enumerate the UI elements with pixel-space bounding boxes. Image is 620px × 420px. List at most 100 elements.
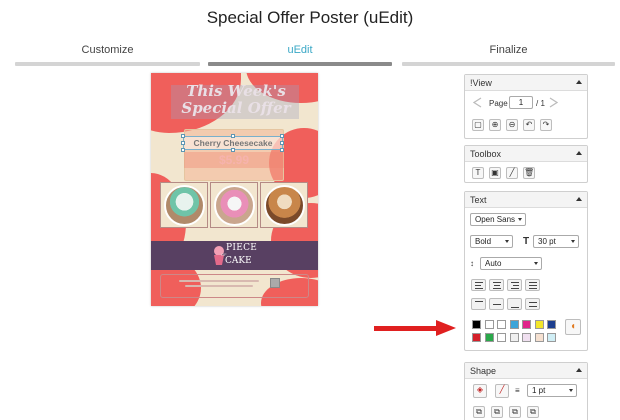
step-tabs: Customize uEdit Finalize — [15, 44, 615, 66]
font-size-select[interactable]: 30 pt — [533, 235, 579, 248]
cupcake-photo — [264, 185, 305, 226]
stroke-width-icon: ≡ — [515, 386, 520, 395]
color-swatch[interactable] — [547, 320, 556, 329]
color-swatch[interactable] — [484, 320, 494, 329]
collapse-icon[interactable] — [576, 80, 582, 84]
align-right-button[interactable] — [507, 279, 522, 291]
price-text[interactable]: $5.99 — [184, 152, 284, 168]
valign-top-button[interactable] — [471, 298, 486, 310]
zoom-in-button[interactable]: ⊕ — [489, 119, 501, 131]
panel-header[interactable]: !View — [465, 75, 587, 91]
page-title: Special Offer Poster (uEdit) — [206, 8, 414, 27]
color-swatch[interactable] — [547, 333, 556, 342]
photo-frame[interactable] — [260, 182, 308, 228]
page-label: Page — [489, 99, 508, 108]
tab-finalize[interactable]: Finalize — [402, 44, 615, 66]
stroke-width-value: 1 pt — [532, 386, 546, 395]
collapse-icon[interactable] — [576, 151, 582, 155]
valign-middle-button[interactable] — [489, 298, 504, 310]
add-image-icon[interactable]: ▣ — [489, 167, 501, 179]
tab-customize[interactable]: Customize — [15, 44, 200, 66]
panel-title: Text — [470, 195, 487, 205]
panel-header[interactable]: Text — [465, 192, 587, 208]
resize-handle[interactable] — [181, 141, 185, 145]
shape-panel: Shape ◈ ╱ ≡ 1 pt ⧉ ⧉ ⧉ ⧉ — [464, 362, 588, 420]
tab-uedit[interactable]: uEdit — [208, 44, 392, 66]
resize-handle[interactable] — [231, 134, 235, 138]
color-swatch[interactable] — [472, 320, 481, 329]
font-family-select[interactable]: Open Sans — [470, 213, 526, 226]
annotation-arrow — [374, 326, 438, 331]
redo-button[interactable]: ↷ — [540, 119, 552, 131]
delete-icon[interactable]: 🗑 — [523, 167, 535, 179]
footer-text-line — [185, 285, 253, 287]
font-size-icon: T — [523, 236, 530, 247]
photo-row — [160, 182, 309, 228]
font-weight-select[interactable]: Bold — [470, 235, 513, 248]
collapse-icon[interactable] — [576, 197, 582, 201]
panel-title: Shape — [470, 366, 497, 376]
page-total: / 1 — [536, 99, 545, 108]
panel-title: Toolbox — [470, 149, 502, 159]
line-height-icon: ↕ — [470, 259, 474, 268]
fill-color-icon[interactable]: ◈ — [473, 384, 487, 398]
stroke-width-select[interactable]: 1 pt — [527, 384, 577, 397]
page-input[interactable]: 1 — [509, 96, 533, 109]
cupcake-photo — [164, 185, 205, 226]
text-panel: Text Open Sans Bold T 30 pt ↕ Auto ◖ — [464, 191, 588, 351]
color-swatch[interactable] — [509, 333, 519, 342]
bring-front-icon[interactable]: ⧉ — [473, 406, 485, 418]
valign-fill-button[interactable] — [525, 298, 540, 310]
color-swatch[interactable] — [509, 320, 519, 329]
stroke-color-icon[interactable]: ╱ — [495, 384, 509, 398]
font-size-value: 30 pt — [538, 237, 556, 246]
color-swatch[interactable] — [522, 333, 531, 342]
toolbox-panel: Toolbox T ▣ ╱ 🗑 — [464, 145, 588, 183]
color-swatch[interactable] — [472, 333, 481, 342]
align-left-button[interactable] — [471, 279, 486, 291]
qr-code — [270, 278, 280, 288]
photo-frame[interactable] — [160, 182, 208, 228]
resize-handle[interactable] — [181, 134, 185, 138]
bring-forward-icon[interactable]: ⧉ — [491, 406, 503, 418]
next-page-icon[interactable] — [549, 97, 558, 108]
send-back-icon[interactable]: ⧉ — [527, 406, 539, 418]
resize-handle[interactable] — [280, 134, 284, 138]
annotation-arrow-head — [436, 320, 456, 336]
draw-line-icon[interactable]: ╱ — [506, 167, 518, 179]
color-swatch[interactable] — [534, 320, 544, 329]
color-swatch[interactable] — [497, 320, 506, 329]
font-family-value: Open Sans — [475, 215, 516, 224]
view-panel: !View Page 1 / 1 ▢ ⊕ ⊖ ↶ ↷ — [464, 74, 588, 139]
panel-header[interactable]: Toolbox — [465, 146, 587, 162]
line-height-value: Auto — [485, 259, 502, 268]
resize-handle[interactable] — [280, 141, 284, 145]
collapse-icon[interactable] — [576, 368, 582, 372]
color-swatch[interactable] — [484, 333, 494, 342]
valign-bottom-button[interactable] — [507, 298, 522, 310]
poster-canvas[interactable]: This Week's Special Offer Cherry Cheesec… — [151, 73, 318, 306]
color-swatch[interactable] — [534, 333, 544, 342]
footer-text-line — [179, 280, 259, 282]
brand-name-line2: CAKE — [225, 256, 252, 266]
panel-header[interactable]: Shape — [465, 363, 587, 379]
zoom-out-button[interactable]: ⊖ — [506, 119, 518, 131]
cupcake-photo — [214, 185, 255, 226]
fit-page-button[interactable]: ▢ — [472, 119, 484, 131]
line-height-select[interactable]: Auto — [480, 257, 542, 270]
color-picker-icon[interactable]: ◖ — [565, 319, 581, 335]
align-center-button[interactable] — [489, 279, 504, 291]
photo-frame[interactable] — [210, 182, 258, 228]
undo-button[interactable]: ↶ — [523, 119, 535, 131]
prev-page-icon[interactable] — [473, 97, 482, 108]
send-backward-icon[interactable]: ⧉ — [509, 406, 521, 418]
poster-headline[interactable]: This Week's Special Offer — [171, 83, 301, 117]
color-swatch[interactable] — [497, 333, 506, 342]
tab-label: uEdit — [287, 44, 313, 56]
add-text-icon[interactable]: T — [472, 167, 484, 179]
panel-title: !View — [470, 78, 492, 88]
tab-label: Finalize — [489, 44, 528, 56]
color-swatch[interactable] — [522, 320, 531, 329]
brand-name-line1: PIECE — [226, 243, 258, 253]
align-justify-button[interactable] — [525, 279, 540, 291]
